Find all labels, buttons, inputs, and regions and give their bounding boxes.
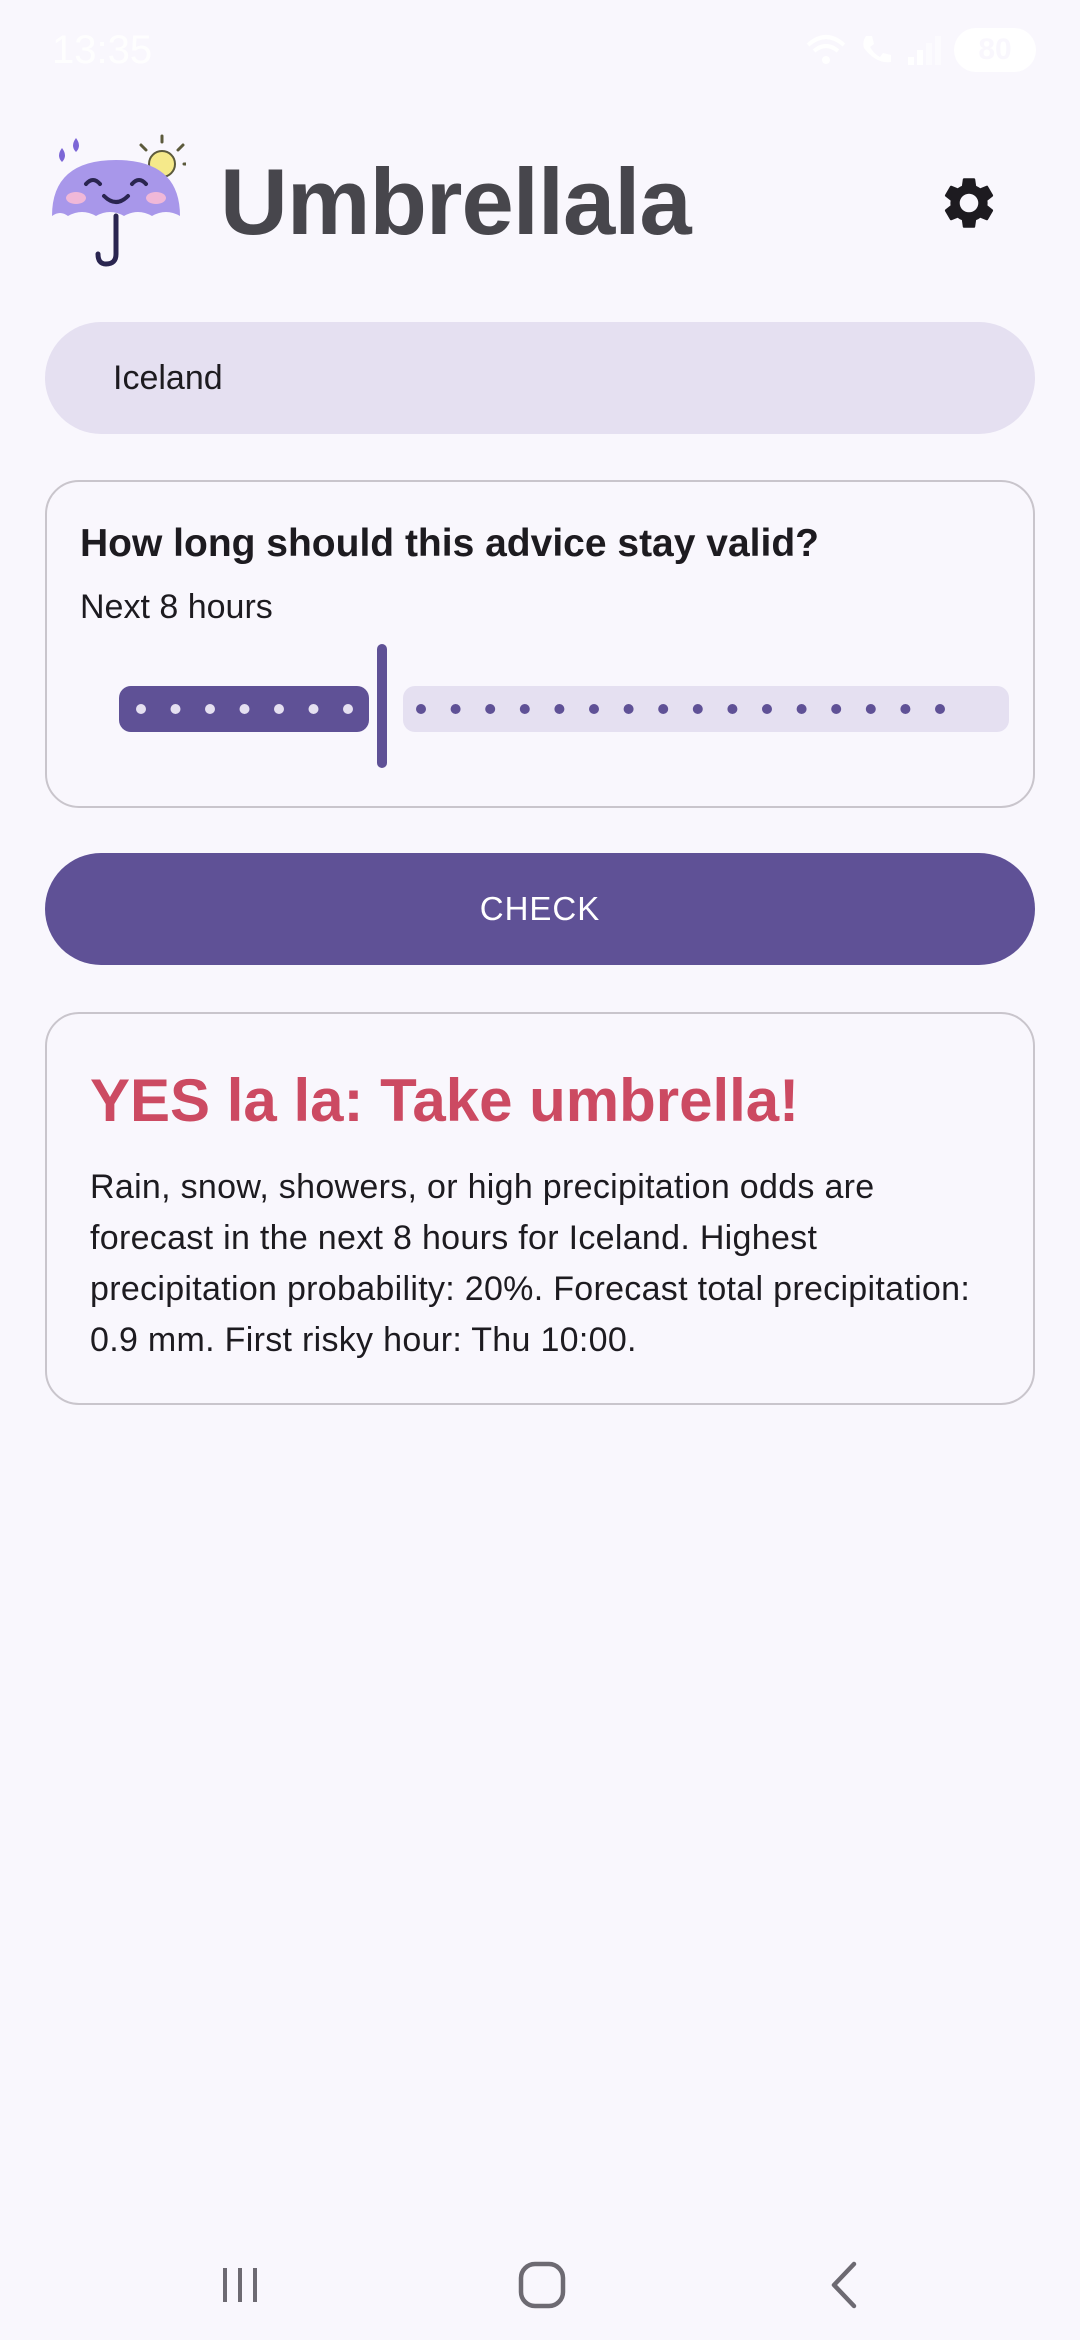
slider-tick	[865, 704, 876, 714]
location-input-value: Iceland	[113, 358, 223, 397]
umbrella-mascot-icon	[46, 130, 191, 270]
slider-tick	[692, 704, 703, 714]
slider-tick	[308, 704, 319, 714]
check-button[interactable]: CHECK	[45, 853, 1035, 965]
status-time: 13:35	[52, 28, 153, 72]
slider-tick	[935, 704, 945, 714]
slider-tick	[519, 704, 530, 714]
slider-tick	[727, 704, 738, 714]
slider-tick	[136, 704, 146, 714]
recents-button[interactable]	[190, 2250, 290, 2320]
duration-slider-track[interactable]	[119, 644, 1009, 774]
recents-icon	[223, 2268, 257, 2302]
result-card: YES la la: Take umbrella! Rain, snow, sh…	[45, 1012, 1035, 1405]
location-input[interactable]: Iceland	[45, 322, 1035, 434]
slider-tick	[416, 704, 426, 714]
back-icon	[831, 2261, 857, 2309]
wifi-icon	[806, 35, 846, 64]
slider-tick	[623, 704, 634, 714]
slider-tick	[239, 704, 250, 714]
status-icons: 80	[806, 26, 1036, 74]
duration-slider[interactable]	[119, 644, 1009, 774]
home-icon	[518, 2261, 566, 2309]
app-header: Umbrellala	[0, 120, 1080, 270]
back-button[interactable]	[795, 2250, 895, 2320]
slider-tick	[274, 704, 284, 714]
result-detail: Rain, snow, showers, or high precipitati…	[90, 1168, 971, 1359]
slider-tick	[205, 704, 215, 714]
system-nav-bar	[0, 2220, 1080, 2340]
slider-tick	[485, 704, 496, 714]
duration-question: How long should this advice stay valid?	[80, 522, 819, 565]
slider-tick	[831, 704, 842, 714]
slider-tick	[658, 704, 669, 714]
slider-tick	[589, 704, 599, 714]
slider-thumb[interactable]	[377, 644, 387, 768]
slider-tick	[796, 704, 807, 714]
duration-card: How long should this advice stay valid? …	[45, 480, 1035, 808]
home-button[interactable]	[492, 2250, 592, 2320]
slider-tick	[343, 704, 353, 714]
app-title: Umbrellala	[220, 149, 692, 254]
check-button-label: CHECK	[479, 890, 601, 927]
slider-tick	[170, 704, 181, 714]
slider-tick	[900, 704, 911, 714]
slider-tick	[554, 704, 565, 714]
signal-icon	[908, 36, 941, 65]
duration-value-label: Next 8 hours	[80, 588, 273, 626]
gear-icon	[944, 178, 994, 228]
settings-button[interactable]	[934, 168, 1004, 238]
status-bar: 13:35 80	[0, 0, 1080, 100]
call-icon	[863, 36, 891, 63]
slider-tick	[762, 704, 772, 714]
battery-indicator: 80	[954, 28, 1036, 72]
slider-tick	[450, 704, 461, 714]
result-headline: YES la la: Take umbrella!	[90, 1067, 800, 1134]
